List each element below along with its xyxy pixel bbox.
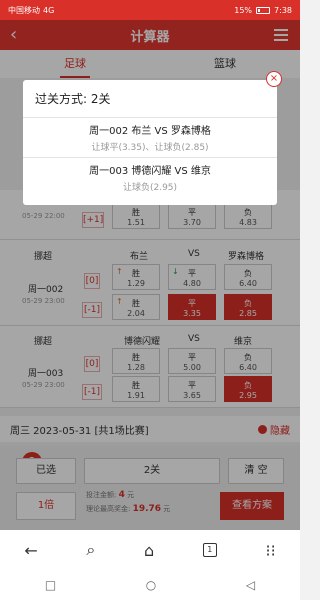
popup-item: 周一003 博德闪耀 VS 维京 让球负(2.95) (89, 166, 211, 193)
close-icon[interactable]: × (266, 71, 282, 87)
system-home-icon[interactable]: ○ (146, 578, 156, 592)
carrier-label: 中国移动 (8, 5, 40, 15)
home-icon[interactable]: ⌂ (144, 541, 154, 560)
clock-label: 7:38 (274, 5, 292, 15)
system-navbar: □ ○ ◁ (0, 570, 300, 600)
system-back-icon[interactable]: ◁ (246, 578, 255, 592)
pass-detail-popup: 过关方式: 2关 周一002 布兰 VS 罗森博格 让球平(3.35)、让球负(… (23, 80, 277, 205)
popup-title: 过关方式: 2关 (23, 80, 277, 118)
status-bar: 中国移动 4G 15% 7:38 (0, 0, 300, 20)
search-icon[interactable]: ⌕ (86, 540, 95, 560)
recent-apps-icon[interactable]: □ (45, 578, 56, 592)
back-icon[interactable]: ← (24, 541, 37, 560)
more-icon[interactable]: ⁝⁝ (265, 541, 275, 560)
signal-label: 4G (43, 5, 55, 15)
popup-item: 周一002 布兰 VS 罗森博格 让球平(3.35)、让球负(2.85) (23, 118, 277, 158)
battery-label: 15% (234, 5, 253, 15)
browser-navbar: ← ⌕ ⌂ 1 ⁝⁝ (0, 530, 300, 570)
tabs-icon[interactable]: 1 (202, 543, 217, 557)
battery-icon (256, 6, 271, 14)
